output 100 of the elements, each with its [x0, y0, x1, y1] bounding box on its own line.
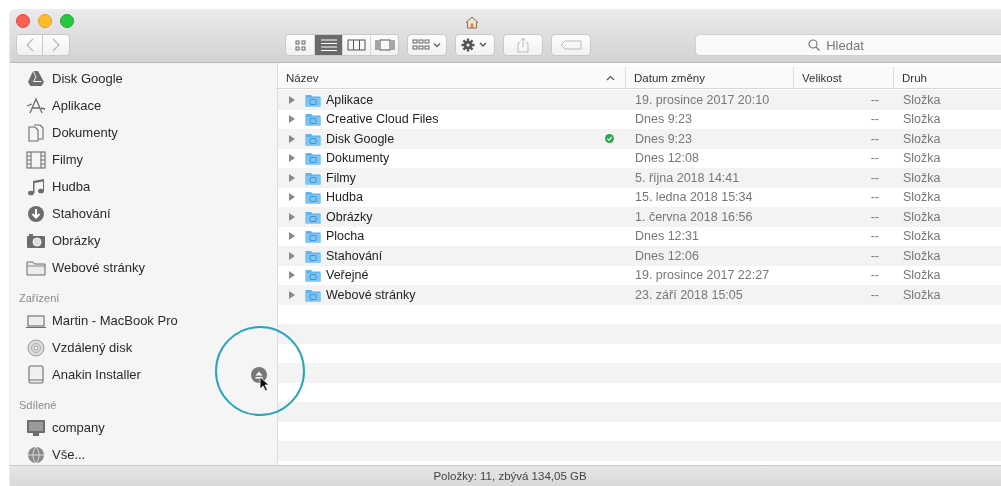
column-header[interactable]: Druh: [893, 67, 1001, 88]
file-row[interactable]: Plocha Dnes 12:31 -- Složka: [278, 226, 1001, 246]
grid-dropdown-icon: [412, 39, 442, 51]
file-name: Hudba: [326, 190, 363, 205]
sidebar-item[interactable]: Anakin Installer: [10, 361, 277, 388]
sidebar-item[interactable]: Vzdálený disk: [10, 334, 277, 361]
disclosure-triangle-icon: [288, 94, 296, 105]
sidebar-item[interactable]: Disk Google: [10, 65, 277, 92]
disclosure-triangle-icon: [288, 231, 296, 242]
download-icon: [27, 204, 45, 223]
file-name: Aplikace: [326, 92, 374, 107]
triangle-logo-icon: [27, 70, 45, 87]
size-cell-text: --: [869, 209, 880, 224]
folder-icon: [305, 170, 321, 185]
date-cell-text: 23. září 2018 15:05: [634, 287, 744, 302]
folder-icon: [305, 112, 321, 127]
file-name: Obrázky: [326, 209, 373, 224]
tag-button[interactable]: [551, 34, 591, 56]
drive-icon: [27, 365, 45, 384]
file-row[interactable]: Webové stránky 23. září 2018 15:05 -- Složka: [278, 285, 1001, 305]
arrange-button[interactable]: [407, 34, 447, 56]
forward-button[interactable]: [43, 34, 70, 56]
sidebar-item[interactable]: Aplikace: [10, 92, 277, 119]
monitor-icon: [26, 419, 46, 436]
view-switcher[interactable]: [285, 34, 399, 56]
document-icon: [28, 123, 44, 142]
file-row[interactable]: Veřejné 19. prosince 2017 22:27 -- Složka: [278, 265, 1001, 285]
file-name: Webové stránky: [326, 287, 416, 302]
size-cell-text: --: [869, 190, 880, 205]
tag-icon: [560, 40, 582, 50]
list-view-button[interactable]: [314, 35, 342, 55]
folder-icon: [305, 287, 321, 302]
gear-button[interactable]: [455, 34, 495, 56]
column-view-icon: [347, 38, 366, 52]
chevron-right-icon: [52, 38, 60, 52]
date-cell-text: 19. prosince 2017 20:10: [634, 92, 771, 107]
icon-view-button[interactable]: [286, 35, 314, 55]
share-icon: [516, 37, 530, 53]
file-name: Stahování: [326, 248, 383, 263]
sidebar-item[interactable]: Vše...: [10, 441, 277, 468]
type-cell-text: Složka: [902, 151, 942, 166]
folder-icon: [305, 131, 321, 146]
size-cell-text: --: [869, 268, 880, 283]
file-row[interactable]: Hudba 15. ledna 2018 15:34 -- Složka: [278, 187, 1001, 207]
column-header[interactable]: Název: [278, 67, 625, 88]
file-name: Filmy: [326, 170, 356, 185]
type-cell-text: Složka: [902, 248, 942, 263]
gallery-view-icon: [373, 38, 396, 52]
disclosure-triangle-icon: [288, 289, 296, 300]
chevron-left-icon: [25, 38, 34, 52]
folder-icon: [305, 151, 321, 166]
size-cell-text: --: [869, 248, 880, 263]
sidebar-item[interactable]: Stahování: [10, 200, 277, 227]
type-cell-text: Složka: [902, 190, 942, 205]
file-name: Creative Cloud Files: [326, 112, 439, 127]
date-cell-text: Dnes 12:08: [634, 151, 700, 166]
disclosure-triangle-icon: [288, 270, 296, 281]
sidebar-item[interactable]: Webové stránky: [10, 254, 277, 281]
disclosure-triangle-icon: [288, 172, 296, 183]
zoom-button[interactable]: [60, 14, 74, 28]
type-cell-text: Složka: [902, 229, 942, 244]
camera-icon: [26, 232, 46, 249]
sidebar-item[interactable]: Dokumenty: [10, 119, 277, 146]
sidebar-item[interactable]: Obrázky: [10, 227, 277, 254]
search-field[interactable]: Hledat: [695, 34, 1001, 56]
status-text: Položky: 11, zbývá 134,05 GB: [433, 470, 587, 482]
type-cell-text: Složka: [902, 170, 942, 185]
date-cell-text: 15. ledna 2018 15:34: [634, 190, 754, 205]
sidebar-item[interactable]: company: [10, 414, 277, 441]
size-cell-text: --: [869, 229, 880, 244]
file-row[interactable]: Disk Google Dnes 9:23 -- Složka: [278, 129, 1001, 149]
file-row[interactable]: Dokumenty Dnes 12:08 -- Složka: [278, 148, 1001, 168]
close-button[interactable]: [16, 14, 30, 28]
sidebar-item[interactable]: Hudba: [10, 173, 277, 200]
file-name: Dokumenty: [326, 151, 390, 166]
sidebar-item[interactable]: Martin - MacBook Pro: [10, 307, 277, 334]
column-header[interactable]: Datum změny: [625, 67, 793, 88]
file-row[interactable]: Obrázky 1. června 2018 16:56 -- Složka: [278, 207, 1001, 227]
sidebar-item[interactable]: Filmy: [10, 146, 277, 173]
folder-icon: [305, 268, 321, 283]
back-button[interactable]: [16, 34, 43, 56]
type-cell-text: Složka: [902, 287, 942, 302]
column-header[interactable]: Velikost: [793, 67, 893, 88]
column-view-button[interactable]: [342, 35, 370, 55]
file-row[interactable]: Creative Cloud Files Dnes 9:23 -- Složka: [278, 109, 1001, 129]
file-row[interactable]: Stahování Dnes 12:06 -- Složka: [278, 246, 1001, 266]
minimize-button[interactable]: [38, 14, 52, 28]
search-icon: [808, 39, 820, 51]
file-row[interactable]: Filmy 5. října 2018 14:41 -- Složka: [278, 168, 1001, 188]
date-cell-text: 19. prosince 2017 22:27: [634, 268, 771, 283]
cursor-icon: [259, 376, 270, 392]
file-row[interactable]: Aplikace 19. prosince 2017 20:10 -- Složka: [278, 90, 1001, 110]
size-cell-text: --: [869, 112, 880, 127]
type-cell-text: Složka: [902, 209, 942, 224]
laptop-icon: [26, 312, 46, 329]
size-cell-text: --: [869, 151, 880, 166]
disclosure-triangle-icon: [288, 133, 296, 144]
share-button[interactable]: [503, 34, 543, 56]
disc-icon: [27, 338, 45, 357]
disclosure-triangle-icon: [288, 211, 296, 222]
